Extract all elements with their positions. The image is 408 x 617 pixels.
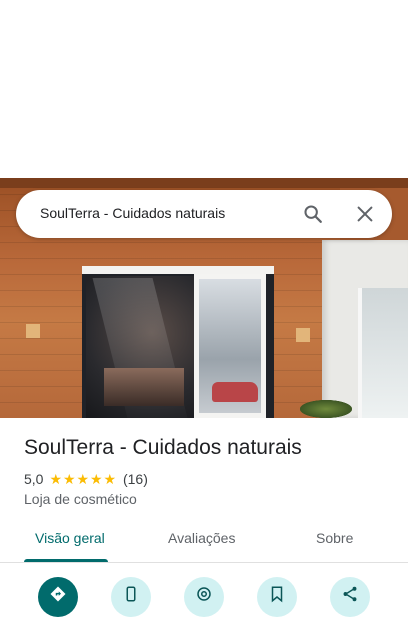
- phone-icon: [126, 586, 136, 602]
- call-button[interactable]: [111, 577, 151, 617]
- star-icon: ★: [89, 471, 103, 487]
- place-category: Loja de cosmético: [24, 491, 137, 507]
- tab-about[interactable]: Sobre: [316, 530, 353, 546]
- plant: [300, 400, 352, 418]
- star-icon: ★: [103, 471, 117, 487]
- save-button[interactable]: [257, 577, 297, 617]
- rating-row[interactable]: 5,0 ★ ★ ★ ★ ★ (16): [24, 471, 148, 487]
- tab-reviews[interactable]: Avaliações: [168, 530, 235, 546]
- door-frame: [82, 266, 274, 274]
- roof-eave: [0, 178, 408, 188]
- review-count[interactable]: (16): [123, 471, 148, 487]
- white-wall: [322, 240, 408, 418]
- shop-shelf: [104, 368, 184, 406]
- star-icon: ★: [62, 471, 76, 487]
- rating-value: 5,0: [24, 471, 44, 487]
- place-title: SoulTerra - Cuidados naturais: [24, 436, 302, 459]
- tab-overview[interactable]: Visão geral: [35, 530, 105, 546]
- close-icon[interactable]: [354, 203, 376, 225]
- active-tab-indicator: [24, 559, 108, 562]
- map-area-blank: [0, 0, 408, 178]
- directions-icon: [50, 586, 66, 602]
- reflected-car: [212, 382, 258, 402]
- star-rating: ★ ★ ★ ★ ★: [49, 472, 117, 486]
- save-icon: [271, 586, 283, 603]
- nearby-button[interactable]: [184, 577, 224, 617]
- search-bar[interactable]: SoulTerra - Cuidados naturais: [16, 190, 392, 238]
- star-icon: ★: [76, 471, 90, 487]
- nearby-icon: [197, 587, 211, 601]
- tab-bar: Visão geral Avaliações Sobre: [0, 522, 408, 563]
- wall-lamp-left: [26, 324, 40, 338]
- search-input[interactable]: SoulTerra - Cuidados naturais: [40, 205, 225, 221]
- wall-lamp-right: [296, 328, 310, 342]
- directions-button[interactable]: [38, 577, 78, 617]
- search-icon[interactable]: [302, 203, 324, 225]
- star-icon: ★: [49, 471, 63, 487]
- share-icon: [343, 586, 357, 602]
- share-button[interactable]: [330, 577, 370, 617]
